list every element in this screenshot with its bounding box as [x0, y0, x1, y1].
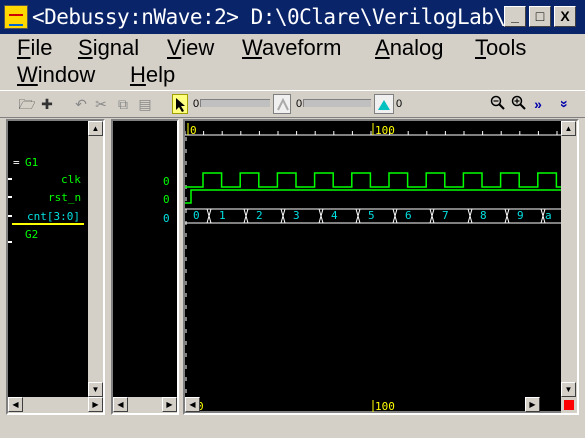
group-label-g2[interactable]: G2: [25, 228, 38, 241]
cnt-value: 0: [193, 209, 200, 222]
signal-value-pane[interactable]: 0 0 0 ◀ ▶: [111, 119, 179, 415]
menu-tools[interactable]: Tools: [475, 34, 526, 62]
waveform-canvas[interactable]: [185, 121, 577, 413]
timeline-top-label-100: 100: [375, 124, 395, 137]
signal-tick: [8, 215, 12, 217]
name-pane-hscrollbar[interactable]: ◀ ▶: [8, 397, 103, 413]
cnt-bus-transition: [467, 208, 473, 224]
value-rst-n: 0: [163, 193, 170, 206]
menu-analog[interactable]: Analog: [375, 34, 444, 62]
scroll-left-button[interactable]: ◀: [8, 397, 23, 412]
menu-window[interactable]: Window: [17, 61, 95, 89]
title-bar[interactable]: <Debussy:nWave:2> D:\0Clare\VerilogLab\.…: [0, 0, 585, 34]
zoom-in-icon[interactable]: [510, 95, 528, 113]
cursor-icon[interactable]: [172, 94, 188, 114]
cnt-value: a: [545, 209, 552, 222]
scroll-up-button[interactable]: ▲: [88, 121, 103, 136]
clk-waveform: [185, 172, 561, 188]
cnt-value: 2: [256, 209, 263, 222]
timeline-top-label-0: 0: [190, 124, 197, 137]
scroll-left-button[interactable]: ◀: [113, 397, 128, 412]
cnt-bus-transition: [206, 208, 212, 224]
scroll-right-button[interactable]: ▶: [162, 397, 177, 412]
signal-name-rst-n[interactable]: rst_n: [48, 191, 81, 204]
cnt-value: 1: [219, 209, 226, 222]
delta-time-value: 0: [396, 98, 403, 110]
group-label-g1[interactable]: G1: [25, 156, 38, 169]
cnt-value: 3: [293, 209, 300, 222]
marker-time-bar: [303, 99, 371, 107]
menu-file[interactable]: File: [17, 34, 52, 62]
copy-icon[interactable]: ⧉: [114, 95, 132, 113]
add-signal-icon[interactable]: ✚: [38, 95, 56, 113]
cnt-bus-transition: [243, 208, 249, 224]
zoom-out-icon[interactable]: [489, 95, 507, 113]
paste-icon[interactable]: ▤: [136, 95, 154, 113]
cursor-time-bar: [200, 99, 270, 107]
cnt-bus-transition: [318, 208, 324, 224]
signal-name-pane[interactable]: = G1 clk rst_n cnt[3:0] G2 ▲ ▼ ◀ ▶: [6, 119, 105, 415]
cnt-bus-transition: [504, 208, 510, 224]
rst-n-waveform: [185, 189, 561, 204]
menu-signal[interactable]: Signal: [78, 34, 139, 62]
marker-icon[interactable]: [273, 94, 291, 114]
scroll-up-button[interactable]: ▲: [561, 121, 576, 136]
scroll-down-button[interactable]: ▼: [88, 382, 103, 397]
maximize-button[interactable]: □: [529, 6, 551, 27]
cnt-bus-transition: [280, 208, 286, 224]
chevron-down-icon[interactable]: »: [556, 95, 574, 113]
menu-waveform[interactable]: Waveform: [242, 34, 341, 62]
selection-underline: [12, 223, 84, 225]
signal-tick: [8, 241, 12, 243]
delta-icon[interactable]: [374, 94, 394, 114]
value-pane-hscrollbar[interactable]: ◀ ▶: [113, 397, 177, 413]
wave-pane-hscrollbar[interactable]: ◀ ▶: [185, 397, 561, 413]
cnt-bus-transition: [355, 208, 361, 224]
open-folder-icon[interactable]: 🗁: [18, 95, 36, 113]
close-button[interactable]: X: [554, 6, 576, 27]
cnt-value: 8: [480, 209, 487, 222]
marker-time-value: 0: [296, 98, 303, 110]
scroll-right-button[interactable]: ▶: [525, 397, 540, 412]
stop-icon[interactable]: [564, 400, 574, 410]
wave-pane-scrollbar[interactable]: ▲ ▼: [561, 121, 577, 397]
cnt-bus-transition: [429, 208, 435, 224]
cnt-value: 5: [368, 209, 375, 222]
window-title: <Debussy:nWave:2> D:\0Clare\VerilogLab\.…: [32, 5, 543, 29]
scroll-right-button[interactable]: ▶: [88, 397, 103, 412]
app-icon: [4, 5, 28, 29]
waveform-pane[interactable]: 0 100 0 100 0 1 2 3 4 5 6 7 8 9 a ▲ ▼ ◀ …: [183, 119, 579, 415]
minimize-button[interactable]: _: [504, 6, 526, 27]
scroll-left-button[interactable]: ◀: [185, 397, 200, 412]
stop-corner[interactable]: [561, 397, 577, 413]
name-pane-scrollbar[interactable]: ▲ ▼: [88, 121, 103, 397]
cnt-value: 9: [517, 209, 524, 222]
cnt-value: 7: [442, 209, 449, 222]
cnt-value: 4: [331, 209, 338, 222]
value-cnt: 0: [163, 212, 170, 225]
scroll-down-button[interactable]: ▼: [561, 382, 576, 397]
signal-tick: [8, 178, 12, 180]
menu-view[interactable]: View: [167, 34, 214, 62]
menu-help[interactable]: Help: [130, 61, 175, 89]
signal-name-cnt[interactable]: cnt[3:0]: [27, 210, 80, 223]
cursor-time-value: 0: [193, 98, 200, 110]
undo-icon[interactable]: ↶: [72, 95, 90, 113]
menu-bar: File Signal View Waveform Analog Tools W…: [0, 34, 585, 90]
cut-icon[interactable]: ✂: [92, 95, 110, 113]
toolbar: 🗁 ✚ ↶ ✂ ⧉ ▤ 0 0 0 » »: [0, 90, 585, 118]
group-marker: =: [13, 156, 20, 169]
cnt-bus-transition: [392, 208, 398, 224]
value-clk: 0: [163, 175, 170, 188]
signal-tick: [8, 196, 12, 198]
zoom-more-icon[interactable]: »: [529, 95, 547, 113]
cnt-value: 6: [405, 209, 412, 222]
signal-name-clk[interactable]: clk: [61, 173, 81, 186]
